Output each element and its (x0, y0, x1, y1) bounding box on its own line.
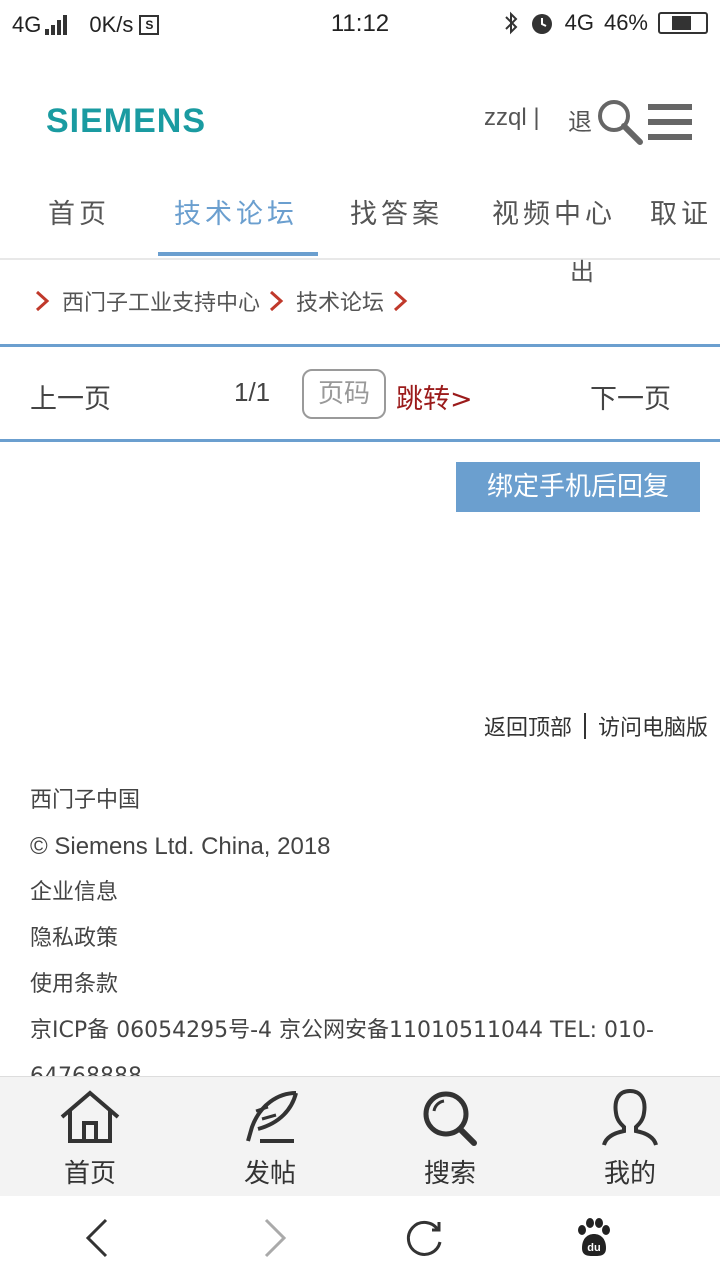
forward-icon[interactable] (252, 1216, 296, 1260)
footer-copyright: © Siemens Ltd. China, 2018 (30, 833, 331, 860)
bluetooth-icon (504, 11, 518, 35)
footer-terms-of-use[interactable]: 使用条款 (30, 970, 720, 1016)
svg-text:du: du (587, 1242, 600, 1254)
tab-label: 搜索 (423, 1159, 476, 1189)
username-label[interactable]: zzql | (484, 104, 540, 132)
back-to-top-link[interactable]: 返回顶部 (484, 710, 572, 742)
tab-search[interactable]: 搜索 (360, 1077, 540, 1197)
reload-icon[interactable] (402, 1216, 446, 1260)
chevron-right-icon (35, 290, 50, 312)
baidu-paw-icon[interactable]: du (572, 1216, 616, 1260)
tab-label: 我的 (603, 1159, 656, 1189)
breadcrumb: 西门子工业支持中心 技术论坛 (0, 276, 720, 326)
chevron-right-icon (270, 290, 284, 312)
alarm-icon (531, 14, 552, 34)
menu-icon[interactable] (648, 104, 692, 140)
footer-corporate-info[interactable]: 企业信息 (30, 878, 720, 924)
site-header: SIEMENS zzql | 退 (0, 52, 720, 172)
back-icon[interactable] (76, 1216, 120, 1260)
logout-link[interactable]: 退 (568, 102, 592, 137)
tab-home[interactable]: 首页 (0, 1077, 180, 1197)
nav-item-cert[interactable]: 取证 (650, 192, 712, 231)
main-nav: 首页 技术论坛 找答案 视频中心 取证 (0, 172, 720, 260)
quill-icon (246, 1091, 298, 1143)
search-icon[interactable] (594, 96, 646, 148)
battery-percent: 46% (603, 10, 648, 35)
nav-item-home[interactable]: 首页 (48, 192, 110, 231)
footer-siemens-china[interactable]: 西门子中国 (30, 786, 720, 832)
browser-toolbar: du (0, 1196, 720, 1280)
next-page-link[interactable]: 下一页 (590, 377, 671, 416)
nav-active-underline (158, 252, 318, 256)
chevron-right-icon (394, 290, 408, 312)
network-type-right: 4G (564, 10, 594, 35)
battery-fill (672, 16, 692, 30)
jump-link[interactable]: 跳转> (396, 377, 473, 416)
footer-divider (583, 713, 586, 739)
battery-icon (658, 12, 708, 34)
nav-item-video[interactable]: 视频中心 (492, 192, 616, 231)
nav-item-answers[interactable]: 找答案 (350, 192, 443, 231)
prev-page-link[interactable]: 上一页 (30, 377, 111, 416)
tab-mine[interactable]: 我的 (540, 1077, 720, 1197)
footer-info: 西门子中国 © Siemens Ltd. China, 2018 企业信息 隐私… (30, 786, 720, 1108)
user-icon (602, 1089, 658, 1146)
bottom-tab-bar: 首页 发帖 搜索 我的 (0, 1076, 720, 1197)
page-number-input[interactable] (302, 369, 386, 419)
bind-phone-reply-button[interactable]: 绑定手机后回复 (456, 462, 700, 512)
pager: 上一页 1/1 跳转> 下一页 (0, 344, 720, 442)
status-bar: 4G 0K/s S 11:12 4G 46% (0, 0, 720, 52)
tab-post[interactable]: 发帖 (180, 1077, 360, 1197)
nav-item-forum[interactable]: 技术论坛 (174, 192, 298, 231)
search-icon (423, 1091, 477, 1146)
footer-privacy-policy[interactable]: 隐私政策 (30, 924, 720, 970)
page-count: 1/1 (234, 377, 271, 407)
desktop-version-link[interactable]: 访问电脑版 (598, 710, 708, 742)
home-icon (60, 1090, 120, 1143)
footer-links: 返回顶部 访问电脑版 (484, 710, 708, 742)
siemens-logo[interactable]: SIEMENS (46, 102, 206, 141)
breadcrumb-item-forum[interactable]: 技术论坛 (296, 285, 384, 317)
tab-label: 发帖 (243, 1159, 296, 1189)
tab-label: 首页 (63, 1159, 116, 1189)
footer-icp-license: 京ICP备 06054295号-4 京公网安备11010511044 TEL: … (30, 1018, 654, 1043)
breadcrumb-item-support[interactable]: 西门子工业支持中心 (62, 285, 260, 317)
status-right: 4G 46% (503, 10, 708, 36)
